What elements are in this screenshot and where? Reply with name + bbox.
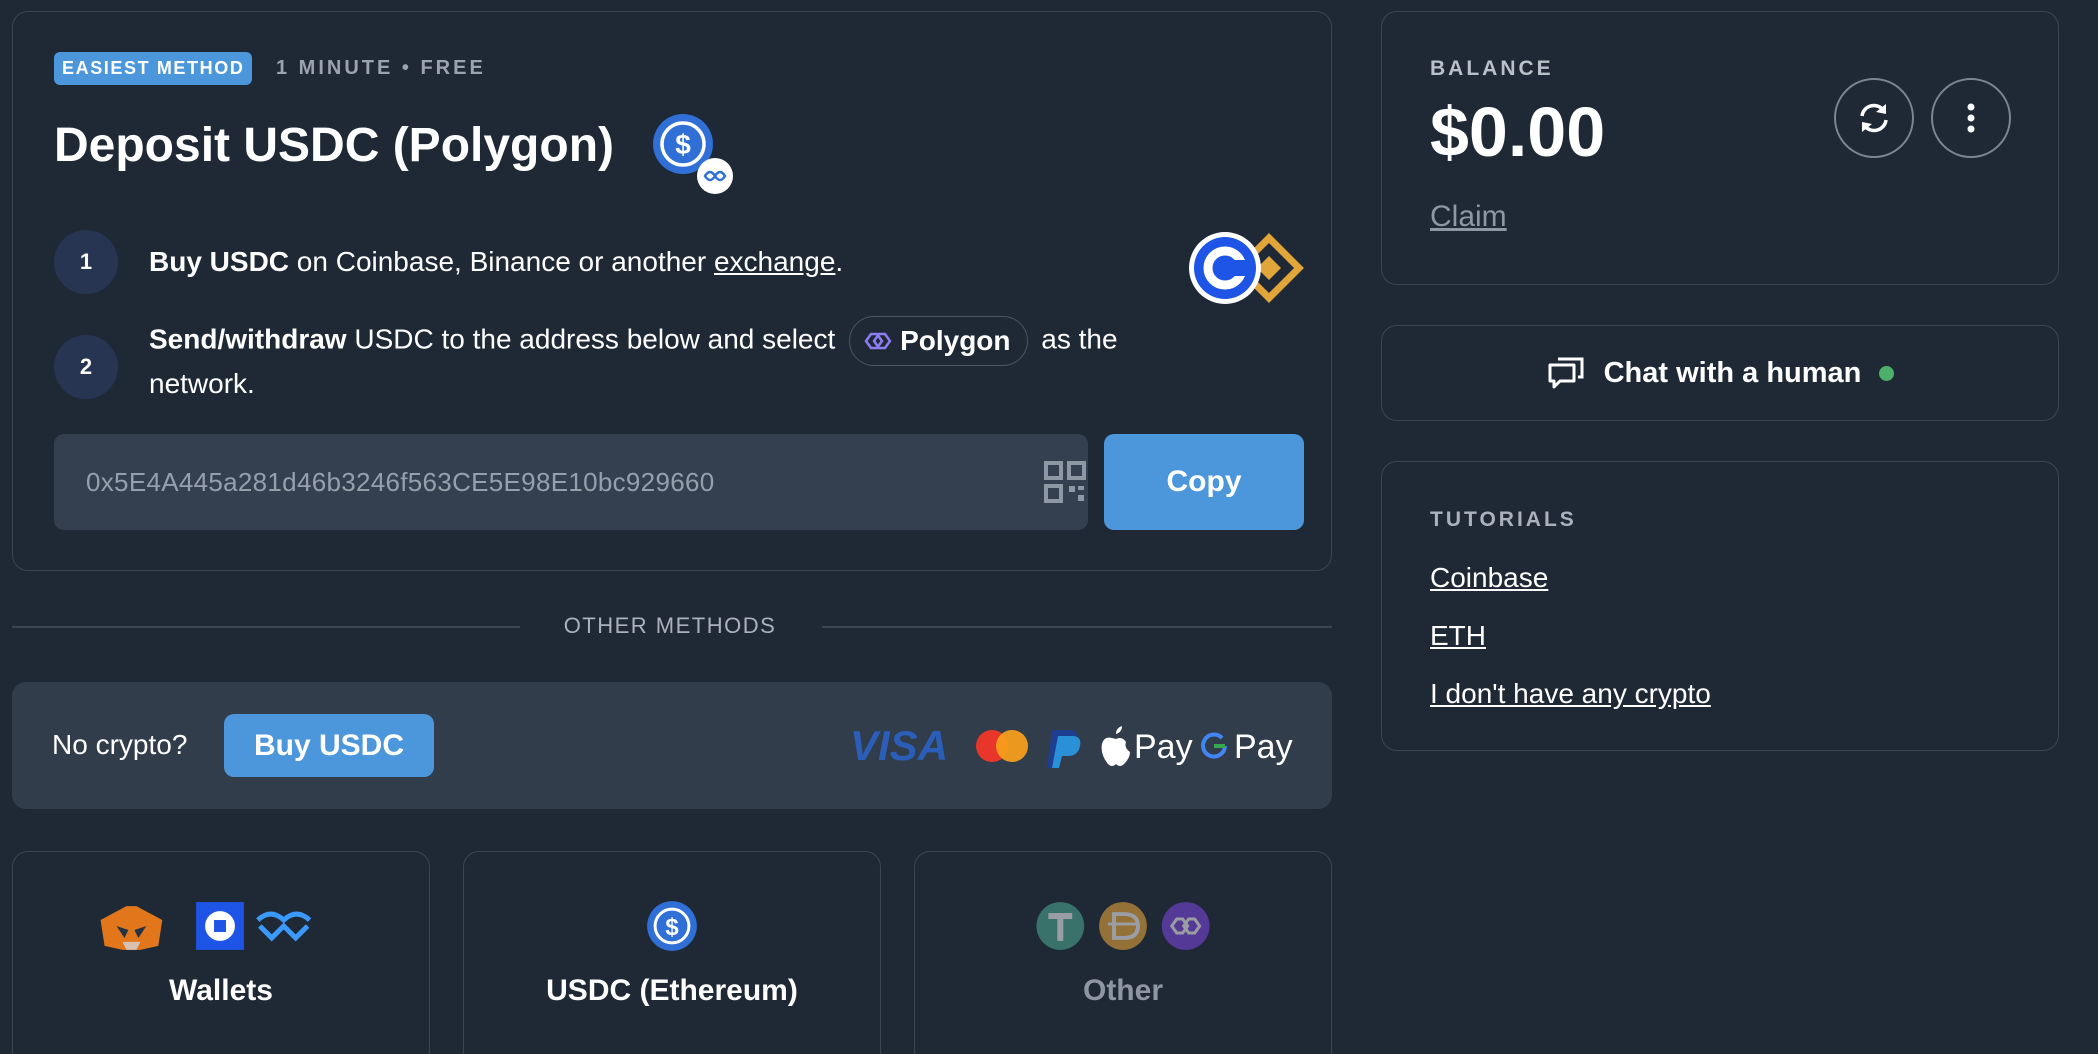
chat-label: Chat with a human <box>1603 356 1862 389</box>
usdc-ethereum-tile[interactable]: $ USDC (Ethereum) <box>463 851 881 1054</box>
usdc-polygon-icon: $ <box>653 114 733 194</box>
balance-label: BALANCE <box>1430 57 1554 80</box>
no-crypto-text: No crypto? <box>52 729 188 760</box>
tether-icon <box>1036 902 1085 950</box>
step-2-number: 2 <box>54 335 118 399</box>
online-status-dot <box>1879 365 1895 381</box>
dai-icon <box>1099 902 1147 950</box>
chat-icon <box>1548 357 1584 389</box>
apple-pay-icon: Pay <box>1101 726 1193 766</box>
coinbase-wallet-icon <box>196 902 244 950</box>
other-tile[interactable]: Other <box>914 851 1332 1054</box>
polygon-icon <box>864 332 892 350</box>
coinbase-binance-icon <box>1189 232 1304 304</box>
svg-text:$: $ <box>665 914 678 941</box>
buy-usdc-button[interactable]: Buy USDC <box>224 714 434 777</box>
deposit-address: 0x5E4A445a281d46b3246f563CE5E98E10bc9296… <box>86 466 715 497</box>
method-meta: 1 MINUTE • FREE <box>276 57 486 79</box>
no-crypto-bar: No crypto? Buy USDC VISA Pay Pay <box>12 682 1332 809</box>
tutorial-link-coinbase[interactable]: Coinbase <box>1430 562 1548 594</box>
usdc-icon: $ <box>647 901 697 951</box>
step-1-end: . <box>835 246 844 277</box>
polygon-coin-icon <box>1161 902 1210 950</box>
tutorials-card: TUTORIALS Coinbase ETH I don't have any … <box>1381 461 2059 751</box>
polygon-label: Polygon <box>900 325 1011 356</box>
visa-icon: VISA <box>850 722 948 769</box>
easiest-method-badge: EASIEST METHOD <box>54 52 253 85</box>
more-options-button[interactable] <box>1931 78 2011 158</box>
address-field[interactable]: 0x5E4A445a281d46b3246f563CE5E98E10bc9296… <box>54 434 1088 530</box>
payment-logos: VISA Pay Pay <box>850 722 1293 769</box>
step-1-number: 1 <box>54 230 118 294</box>
page-title: Deposit USDC (Polygon) <box>54 119 614 172</box>
wallets-icons <box>100 902 312 950</box>
divider-right <box>822 626 1332 628</box>
more-vertical-icon <box>1967 103 1975 133</box>
copy-button[interactable]: Copy <box>1104 434 1304 530</box>
step-1-body: on Coinbase, Binance or another <box>289 246 714 277</box>
wallets-label: Wallets <box>169 974 273 1007</box>
polygon-network-pill: Polygon <box>849 316 1028 366</box>
walletconnect-icon <box>256 911 312 942</box>
qr-code-icon[interactable] <box>1040 457 1090 507</box>
usdc-ethereum-label: USDC (Ethereum) <box>546 974 798 1007</box>
step-2-bold: Send/withdraw <box>149 323 347 355</box>
refresh-icon <box>1860 103 1888 133</box>
step-2-body: USDC to the address below and select <box>346 323 836 355</box>
step-2-text: Send/withdraw USDC to the address below … <box>149 316 1209 402</box>
tutorials-label: TUTORIALS <box>1430 508 1577 531</box>
google-pay-icon: Pay <box>1201 728 1293 766</box>
other-label: Other <box>1082 974 1163 1007</box>
step-1-bold: Buy USDC <box>149 246 290 277</box>
other-icons <box>1036 902 1210 950</box>
chat-inner: Chat with a human <box>1382 326 2058 420</box>
svg-text:$: $ <box>675 129 691 160</box>
svg-text:Pay: Pay <box>1234 728 1293 766</box>
wallets-tile[interactable]: Wallets <box>12 851 430 1054</box>
other-methods-label: OTHER METHODS <box>563 613 777 638</box>
balance-card: BALANCE $0.00 Claim <box>1381 11 2059 285</box>
metamask-icon <box>100 906 163 950</box>
step-1-text: Buy USDC on Coinbase, Binance or another… <box>149 244 843 280</box>
tutorial-link-no-crypto[interactable]: I don't have any crypto <box>1430 678 1711 710</box>
balance-value: $0.00 <box>1430 93 1606 171</box>
refresh-button[interactable] <box>1834 78 1914 158</box>
tutorial-link-eth[interactable]: ETH <box>1430 620 1486 652</box>
chat-with-human-button[interactable]: Chat with a human <box>1381 325 2059 421</box>
exchange-link[interactable]: exchange <box>714 246 835 277</box>
paypal-icon <box>1047 730 1081 768</box>
deposit-card: EASIEST METHOD 1 MINUTE • FREE Deposit U… <box>12 11 1332 571</box>
divider-left <box>12 626 520 628</box>
claim-link[interactable]: Claim <box>1430 200 1507 234</box>
svg-text:Pay: Pay <box>1134 728 1193 766</box>
mastercard-icon <box>976 730 1028 762</box>
